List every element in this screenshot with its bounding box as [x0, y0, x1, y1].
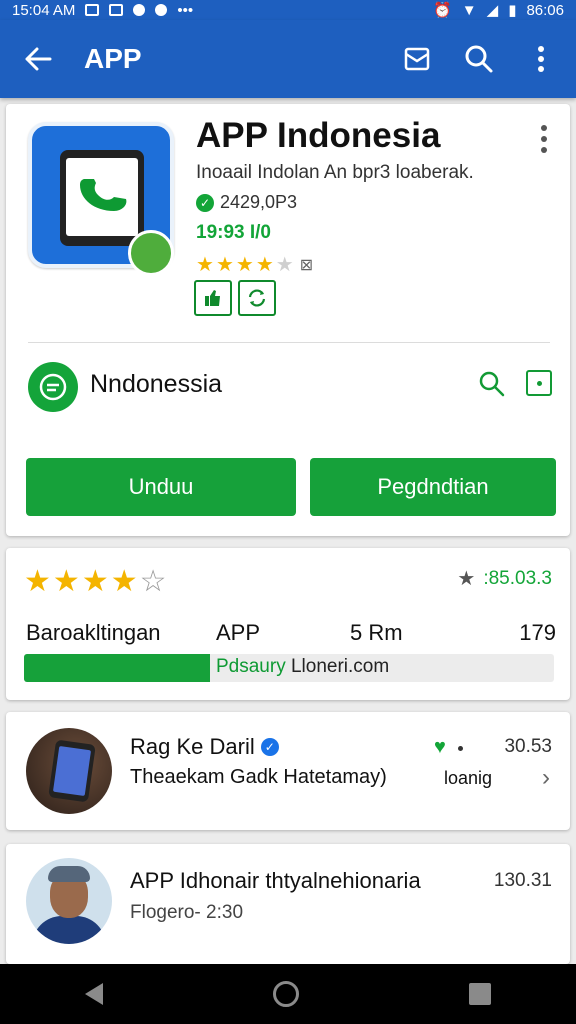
star-icon: ★: [81, 565, 109, 598]
avatar: [26, 728, 112, 814]
more-vert-icon[interactable]: [520, 38, 562, 80]
refresh-icon[interactable]: [238, 280, 276, 316]
app-notification-icon: [155, 4, 168, 16]
nav-recents-icon[interactable]: [469, 983, 491, 1005]
star-icon: ★: [235, 254, 254, 276]
heart-icon[interactable]: ♥: [434, 736, 446, 759]
app-rating-stars: ★ ★ ★ ★ ★ ⊠: [196, 252, 313, 277]
rating-stars: ★ ★ ★ ★ ☆: [24, 564, 167, 599]
chevron-right-icon[interactable]: ›: [542, 764, 550, 792]
avatar: [26, 858, 112, 944]
app-meta: ✓ 2429,0P3: [196, 192, 297, 213]
star-icon: ★: [215, 254, 234, 276]
divider: [28, 342, 550, 343]
review-count: 30.53: [504, 736, 552, 757]
star-empty-icon: ★: [275, 254, 294, 276]
nav-home-icon[interactable]: [273, 981, 299, 1007]
info-box-icon[interactable]: [526, 370, 552, 396]
notification-icon: [133, 4, 146, 16]
install-button[interactable]: Unduu: [26, 458, 296, 516]
star-icon: ★: [196, 254, 214, 276]
developer-logo: [28, 362, 78, 412]
rating-suffix: ⊠: [299, 256, 314, 274]
app-name: APP Indonesia: [196, 116, 441, 155]
image-icon: [109, 4, 124, 16]
verified-icon: ✓: [196, 193, 214, 212]
review-count: 130.31: [493, 870, 552, 891]
search-icon[interactable]: [458, 38, 500, 80]
thumbs-up-icon[interactable]: [194, 280, 232, 316]
progress-text: Pdsaury Lloneri.com: [216, 656, 390, 677]
star-icon: ★: [24, 565, 51, 598]
gallery-icon: [85, 4, 100, 16]
rating-progress-bar: Pdsaury Lloneri.com: [24, 654, 554, 682]
rating-score: ★ :85.03.3: [457, 567, 552, 591]
review-title: APP Idhonair thtyalnehionaria: [130, 868, 421, 893]
search-icon[interactable]: [474, 366, 510, 402]
battery-level: 86:06: [526, 1, 564, 19]
app-version: 19:93 I/0: [196, 222, 271, 243]
review-side-label: loanig: [444, 768, 493, 788]
mail-icon[interactable]: [396, 38, 438, 80]
review-title: Rag Ke Daril ✓: [130, 734, 279, 760]
star-icon: ★: [457, 568, 476, 590]
rating-label: 179: [519, 620, 556, 645]
review-item[interactable]: APP Idhonair thtyalnehionaria Flogero- 2…: [6, 844, 570, 964]
back-arrow-icon[interactable]: [14, 35, 62, 83]
alarm-icon: ⏰: [433, 2, 452, 19]
check-badge-icon: [128, 230, 174, 276]
review-subtitle: Theaekam Gadk Hatetamay): [130, 766, 387, 788]
star-icon: ★: [110, 565, 138, 598]
open-button[interactable]: Pegdndtian: [310, 458, 556, 516]
more-vert-icon[interactable]: [534, 122, 554, 156]
signal-icon: ◢: [486, 2, 499, 19]
wifi-icon: ▼: [461, 1, 477, 19]
battery-icon: ▮: [508, 2, 517, 19]
more-notifications-icon: •••: [177, 1, 194, 19]
status-bar: 15:04 AM ••• ⏰ ▼ ◢ ▮ 86:06: [0, 0, 576, 20]
app-subtitle: Inoaail Indolan An bpr3 loaberak.: [196, 162, 474, 183]
star-empty-icon: ☆: [139, 565, 167, 598]
nav-back-icon[interactable]: [85, 983, 103, 1005]
progress-fill: [24, 654, 210, 682]
rating-label: 5 Rm: [350, 620, 403, 645]
developer-name[interactable]: Nndonessia: [90, 370, 222, 399]
review-subtitle: Flogero- 2:30: [130, 902, 244, 923]
review-item[interactable]: Rag Ke Daril ✓ Theaekam Gadk Hatetamay) …: [6, 712, 570, 830]
rating-label: APP: [216, 620, 261, 645]
app-info-card: APP Indonesia Inoaail Indolan An bpr3 lo…: [6, 104, 570, 536]
app-icon: [28, 122, 174, 276]
app-bar: APP: [0, 20, 576, 98]
system-nav-bar: [0, 964, 576, 1024]
app-bar-title: APP: [84, 43, 142, 74]
status-time: 15:04 AM: [12, 1, 76, 19]
star-icon: ★: [255, 254, 274, 276]
star-icon: ★: [52, 565, 80, 598]
rating-label: Baroakltingan: [26, 620, 161, 645]
ratings-card: ★ ★ ★ ★ ☆ ★ :85.03.3 Baroakltingan APP 5…: [6, 548, 570, 700]
verified-icon: ✓: [260, 738, 279, 756]
